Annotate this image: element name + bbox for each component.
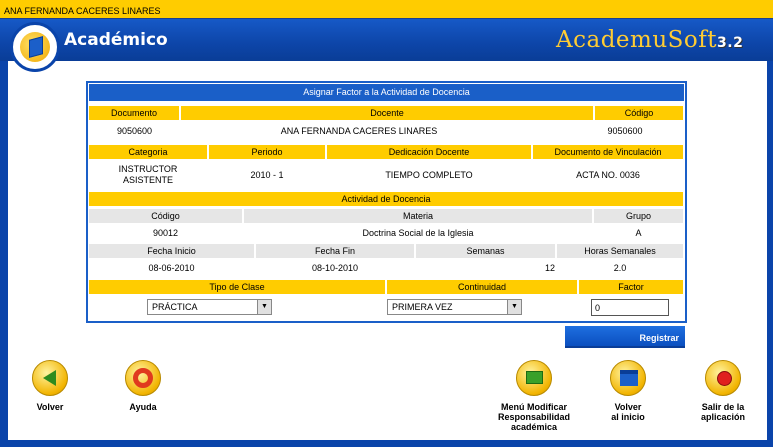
header-dedicacion: Dedicación Docente <box>327 145 531 159</box>
menu-modificar-label-1: Menú Modificar <box>500 402 567 412</box>
semanas-value: 12 <box>544 263 555 273</box>
header-materia-codigo: Código <box>89 209 242 223</box>
codigo-value: 9050600 <box>607 126 643 136</box>
actividad-docencia-title: Actividad de Docencia <box>89 192 683 206</box>
header-categoria: Categoria <box>89 145 207 159</box>
salir-button[interactable]: Salir de la aplicación <box>694 360 752 422</box>
menu-modificar-label-3: académica <box>510 422 558 432</box>
lifebuoy-help-icon <box>125 360 161 396</box>
documento-vinculacion-value: ACTA NO. 0036 <box>576 170 640 180</box>
salir-label-1: Salir de la <box>701 402 745 412</box>
user-name-bar: ANA FERNANDA CACERES LINARES <box>0 0 773 19</box>
header-grupo: Grupo <box>594 209 683 223</box>
tipo-clase-selected: PRÁCTICA <box>152 302 198 312</box>
fecha-inicio-value: 08-06-2010 <box>148 263 195 273</box>
factor-input[interactable]: 0 <box>591 299 669 316</box>
materia-codigo-value: 90012 <box>152 228 179 238</box>
ayuda-label: Ayuda <box>129 402 157 412</box>
header-materia: Materia <box>244 209 592 223</box>
docente-value: ANA FERNANDA CACERES LINARES <box>280 126 438 136</box>
module-title: Académico <box>64 30 168 50</box>
header-semanas: Semanas <box>416 244 555 258</box>
brand-version: 3.2 <box>717 35 744 51</box>
volver-button[interactable]: Volver <box>25 360 75 412</box>
header-periodo: Periodo <box>209 145 325 159</box>
volver-inicio-label-2: al inicio <box>611 412 645 422</box>
header-documento-vinculacion: Documento de Vinculación <box>533 145 683 159</box>
header-docente: Docente <box>181 106 593 120</box>
periodo-value: 2010 - 1 <box>250 170 284 180</box>
chevron-down-icon[interactable]: ▼ <box>257 300 271 314</box>
ayuda-button[interactable]: Ayuda <box>118 360 168 412</box>
fecha-fin-value: 08-10-2010 <box>311 263 359 273</box>
categoria-value: INSTRUCTOR ASISTENTE <box>89 164 207 186</box>
back-arrow-icon <box>32 360 68 396</box>
exit-icon <box>705 360 741 396</box>
menu-modify-icon <box>516 360 552 396</box>
volver-inicio-label-1: Volver <box>614 402 642 412</box>
brand-logo: AcademuSoft3.2 <box>556 27 743 53</box>
tipo-clase-select[interactable]: PRÁCTICA ▼ <box>147 299 272 315</box>
header-horas-semanales: Horas Semanales <box>557 244 683 258</box>
categoria-line-2: ASISTENTE <box>122 175 173 185</box>
academico-logo-icon <box>10 22 60 72</box>
dedicacion-value: TIEMPO COMPLETO <box>385 170 473 180</box>
header-documento: Documento <box>89 106 179 120</box>
categoria-line-1: INSTRUCTOR <box>118 164 178 174</box>
salir-label-2: aplicación <box>700 412 745 422</box>
header-fecha-fin: Fecha Fin <box>256 244 414 258</box>
menu-modificar-button[interactable]: Menú Modificar Responsabilidad académica <box>490 360 578 432</box>
menu-modificar-label-2: Responsabilidad <box>497 412 570 422</box>
chevron-down-icon[interactable]: ▼ <box>507 300 521 314</box>
horas-semanales-value: 2.0 <box>613 263 627 273</box>
registrar-button[interactable]: Registrar <box>565 326 685 348</box>
documento-value: 9050600 <box>117 126 153 136</box>
header-tipo-clase: Tipo de Clase <box>89 280 385 294</box>
header-codigo: Código <box>595 106 683 120</box>
home-building-icon <box>610 360 646 396</box>
volver-inicio-button[interactable]: Volver al inicio <box>603 360 653 422</box>
header-fecha-inicio: Fecha Inicio <box>89 244 254 258</box>
continuidad-selected: PRIMERA VEZ <box>392 302 453 312</box>
panel-title: Asignar Factor a la Actividad de Docenci… <box>89 84 684 101</box>
brand-name: AcademuSoft <box>556 27 718 53</box>
grupo-value: A <box>635 228 642 238</box>
header-factor: Factor <box>579 280 683 294</box>
header-continuidad: Continuidad <box>387 280 577 294</box>
materia-value: Doctrina Social de la Iglesia <box>362 228 474 238</box>
volver-label: Volver <box>36 402 64 412</box>
continuidad-select[interactable]: PRIMERA VEZ ▼ <box>387 299 522 315</box>
